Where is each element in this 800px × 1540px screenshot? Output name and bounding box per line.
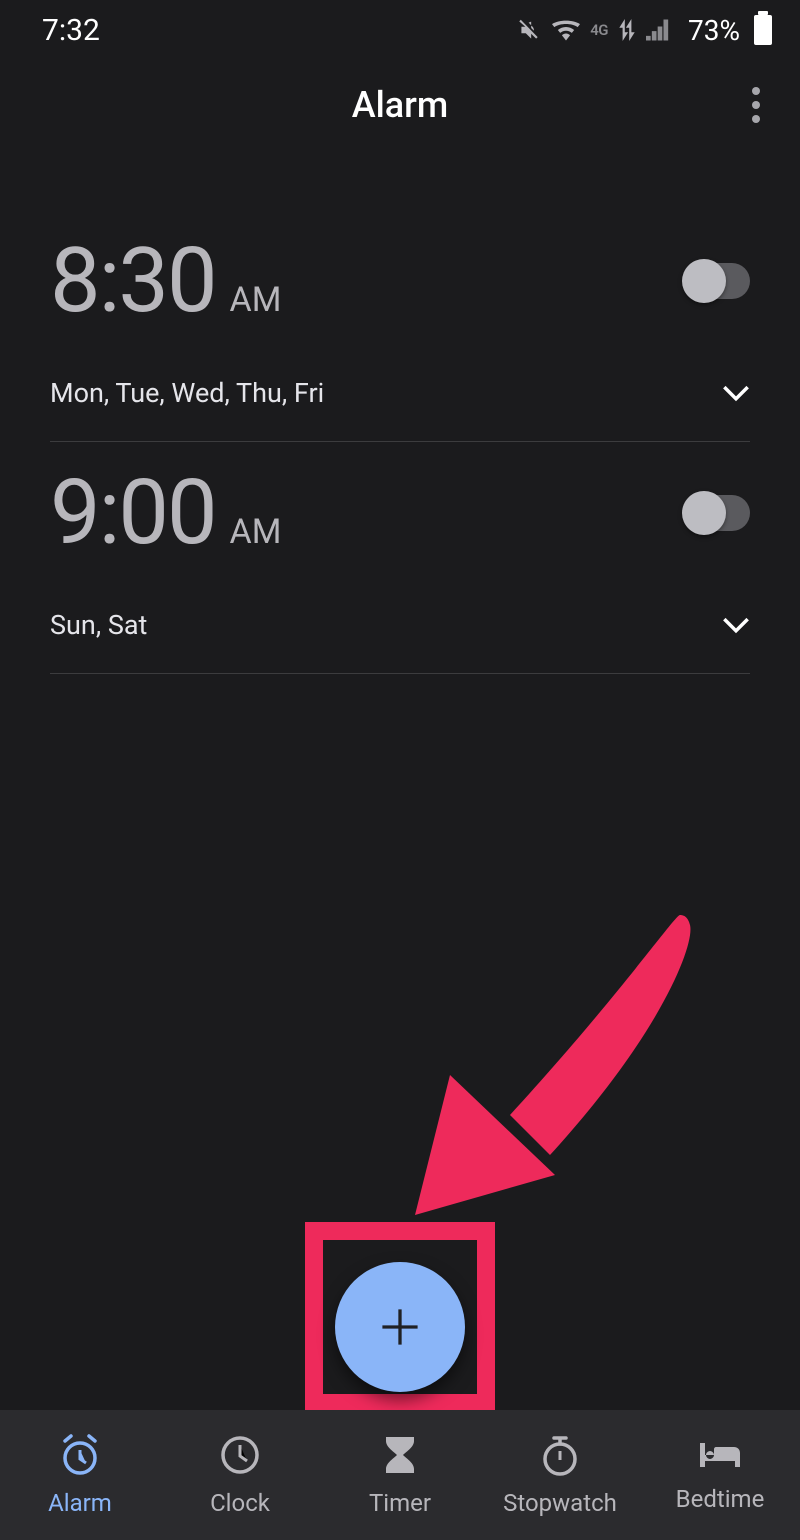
page-title: Alarm: [352, 84, 449, 126]
dots-vertical-icon: [752, 87, 760, 95]
alarm-icon: [58, 1433, 102, 1481]
bed-icon: [696, 1437, 744, 1477]
nav-label: Timer: [369, 1489, 431, 1517]
battery-icon: [754, 15, 772, 45]
alarm-toggle[interactable]: [686, 495, 750, 531]
signal-icon: [646, 19, 674, 41]
app-header: Alarm: [0, 60, 800, 150]
nav-label: Bedtime: [676, 1485, 765, 1513]
nav-label: Stopwatch: [503, 1489, 617, 1517]
nav-label: Alarm: [48, 1489, 112, 1517]
add-alarm-button[interactable]: [335, 1262, 465, 1392]
network-type-icon: 4G: [590, 21, 608, 39]
alarm-ampm: AM: [230, 280, 282, 320]
alarm-ampm: AM: [230, 512, 282, 552]
bottom-nav: Alarm Clock Timer Stopwatch Bedtime: [0, 1410, 800, 1540]
alarm-days: Mon, Tue, Wed, Thu, Fri: [50, 377, 324, 409]
nav-item-timer[interactable]: Timer: [320, 1410, 480, 1540]
alarm-time-value: 9:00: [50, 460, 216, 565]
nav-item-clock[interactable]: Clock: [160, 1410, 320, 1540]
chevron-down-icon: [722, 616, 750, 634]
nav-item-stopwatch[interactable]: Stopwatch: [480, 1410, 640, 1540]
alarm-time[interactable]: 8:30 AM: [50, 228, 281, 333]
alarm-toggle[interactable]: [686, 263, 750, 299]
alarm-item[interactable]: 8:30 AM Mon, Tue, Wed, Thu, Fri: [50, 210, 750, 442]
alarm-list: 8:30 AM Mon, Tue, Wed, Thu, Fri 9:00 AM: [0, 150, 800, 674]
toggle-knob: [682, 259, 726, 303]
nav-item-bedtime[interactable]: Bedtime: [640, 1410, 800, 1540]
data-arrows-icon: [618, 19, 636, 41]
expand-button[interactable]: [722, 611, 750, 639]
wifi-icon: [552, 19, 580, 41]
alarm-item[interactable]: 9:00 AM Sun, Sat: [50, 442, 750, 674]
nav-item-alarm[interactable]: Alarm: [0, 1410, 160, 1540]
mute-icon: [516, 17, 542, 43]
nav-label: Clock: [210, 1489, 270, 1517]
hourglass-icon: [380, 1433, 420, 1481]
alarm-days: Sun, Sat: [50, 609, 147, 641]
stopwatch-icon: [538, 1433, 582, 1481]
clock-icon: [218, 1433, 262, 1481]
chevron-down-icon: [722, 384, 750, 402]
alarm-time-value: 8:30: [50, 228, 216, 333]
alarm-time[interactable]: 9:00 AM: [50, 460, 281, 565]
status-bar: 7:32 4G 73%: [0, 0, 800, 60]
status-icons: 4G 73%: [516, 14, 772, 47]
plus-icon: [378, 1305, 422, 1349]
overflow-menu-button[interactable]: [742, 77, 770, 133]
battery-percentage: 73%: [688, 14, 740, 47]
toggle-knob: [682, 491, 726, 535]
annotation-arrow: [380, 905, 710, 1245]
expand-button[interactable]: [722, 379, 750, 407]
status-time: 7:32: [42, 13, 100, 48]
